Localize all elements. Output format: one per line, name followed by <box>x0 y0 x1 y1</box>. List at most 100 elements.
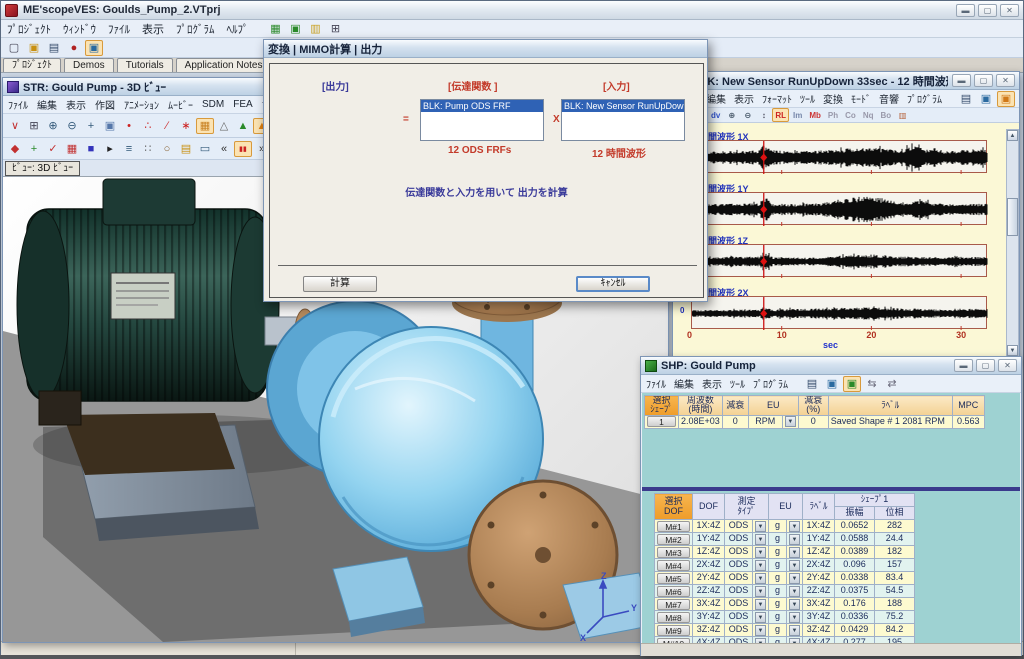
zoom-in-icon[interactable]: ⊕ <box>44 118 62 134</box>
menu-item[interactable]: 表示 <box>66 97 86 112</box>
waveform-plot[interactable] <box>691 140 987 173</box>
select-button[interactable]: M#3 <box>657 547 690 558</box>
dropdown-button[interactable]: ▼ <box>755 521 766 532</box>
main-titlebar[interactable]: ME'scopeVES: Goulds_Pump_2.VTprj ▬ ▢ ✕ <box>1 1 1023 20</box>
sym-icon[interactable]: ↕ <box>756 108 771 122</box>
refresh-icon[interactable]: ⇆ <box>1017 91 1019 107</box>
waveform-plot[interactable] <box>691 296 987 329</box>
menu-item[interactable]: ｳｨﾝﾄﾞｳ <box>63 21 96 37</box>
shp-minimize-button[interactable]: ▬ <box>954 359 973 372</box>
recent-icon[interactable]: ● <box>65 40 83 56</box>
nq-icon[interactable]: Nq <box>860 108 877 122</box>
open-file-icon[interactable]: ▣ <box>25 40 43 56</box>
dropdown-button[interactable]: ▼ <box>755 573 766 584</box>
menu-item[interactable]: ﾂｰﾙ <box>800 91 815 106</box>
dropdown-button[interactable]: ▼ <box>755 586 766 597</box>
pen-icon[interactable]: ∨ <box>6 118 24 134</box>
blue-square-icon[interactable]: ■ <box>82 141 100 157</box>
menu-item[interactable]: 編集 <box>674 376 694 391</box>
menu-item[interactable]: 作図 <box>95 97 115 112</box>
new-file-icon[interactable]: ▢ <box>5 40 23 56</box>
menu-item[interactable]: ﾌﾟﾛｸﾞﾗﾑ <box>907 91 942 106</box>
save-icon[interactable]: ▤ <box>45 40 63 56</box>
mb-icon[interactable]: Mb <box>806 108 824 122</box>
select-button[interactable]: 1 <box>647 416 676 427</box>
cab-icon[interactable]: ▤ <box>177 141 195 157</box>
tab-demos[interactable]: Demos <box>64 58 114 72</box>
menu-item[interactable]: 表示 <box>142 21 164 37</box>
shp-titlebar[interactable]: SHP: Gould Pump ▬ ▢ ✕ <box>641 357 1021 375</box>
sym-icon[interactable]: ⊕ <box>724 108 739 122</box>
palette-icon[interactable]: ▥ <box>307 21 325 37</box>
cancel-button[interactable]: ｷｬﾝｾﾙ <box>576 276 650 292</box>
select-button[interactable]: M#7 <box>657 599 690 610</box>
select-button[interactable]: M#2 <box>657 534 690 545</box>
scroll-up-button[interactable]: ▲ <box>1007 130 1018 141</box>
trace-scrollbar[interactable]: ▲ ▼ <box>1006 129 1019 357</box>
quad-view-icon[interactable]: ⊞ <box>25 118 43 134</box>
menu-item[interactable]: ﾓｰﾄﾞ <box>851 91 871 106</box>
green-window-icon[interactable]: ▣ <box>843 376 861 392</box>
tab-tutorials[interactable]: Tutorials <box>117 58 173 72</box>
tab-application-notes[interactable]: Application Notes <box>176 58 272 72</box>
refresh2-icon[interactable]: ⇄ <box>883 376 901 392</box>
input-listbox[interactable]: BLK: New Sensor RunUpDown <box>561 99 685 141</box>
shp-maximize-button[interactable]: ▢ <box>976 359 995 372</box>
green-window-icon[interactable]: ▣ <box>287 21 305 37</box>
close-button[interactable]: ✕ <box>1000 4 1019 17</box>
window-icon[interactable]: ▣ <box>823 376 841 392</box>
dropdown-button[interactable]: ▼ <box>755 560 766 571</box>
view-tab-3d[interactable]: ﾋﾞｭｰ: 3D ﾋﾞｭｰ <box>5 161 80 176</box>
dropdown-button[interactable]: ▼ <box>755 612 766 623</box>
wave-close-button[interactable]: ✕ <box>996 74 1015 87</box>
select-button[interactable]: M#9 <box>657 625 690 636</box>
chart-icon[interactable]: ▦ <box>267 21 285 37</box>
wave-titlebar[interactable]: BLK: New Sensor RunUpDown 33sec - 12 時間波… <box>673 72 1019 90</box>
menu-item[interactable]: ｱﾆﾒｰｼｮﾝ <box>124 97 159 112</box>
menu-item[interactable]: ﾌﾟﾛｼﾞｪｸﾄ <box>7 21 51 37</box>
select-button[interactable]: M#4 <box>657 560 690 571</box>
dropdown-button[interactable]: ▼ <box>789 521 800 532</box>
add-icon[interactable]: + <box>25 141 43 157</box>
menu-item[interactable]: 編集 <box>37 97 57 112</box>
drag-icon[interactable]: ∷ <box>139 141 157 157</box>
menu-item[interactable]: 編集 <box>706 91 726 106</box>
grid-icon[interactable]: ⊞ <box>327 21 345 37</box>
dropdown-button[interactable]: ▼ <box>755 599 766 610</box>
menu-item[interactable]: FEA <box>233 99 252 110</box>
line-icon[interactable]: ∕ <box>158 118 176 134</box>
shp-close-button[interactable]: ✕ <box>998 359 1017 372</box>
select-button[interactable]: M#8 <box>657 612 690 623</box>
minimize-button[interactable]: ▬ <box>956 4 975 17</box>
menu-item[interactable]: 表示 <box>702 376 722 391</box>
menu-item[interactable]: 変換 <box>823 91 843 106</box>
active-window-icon[interactable]: ▣ <box>997 91 1015 107</box>
dropdown-button[interactable]: ▼ <box>789 573 800 584</box>
transfer-function-item[interactable]: BLK: Pump ODS FRF <box>421 100 543 112</box>
cube-icon[interactable]: ▣ <box>101 118 119 134</box>
dropdown-button[interactable]: ▼ <box>789 586 800 597</box>
menu-item[interactable]: 音響 <box>879 91 899 106</box>
list-icon[interactable]: ≡ <box>120 141 138 157</box>
dv-icon[interactable]: dv <box>708 108 723 122</box>
menu-item[interactable]: ﾌｧｲﾙ <box>108 21 130 37</box>
menu-item[interactable]: SDM <box>202 99 224 110</box>
menu-item[interactable]: ﾌｧｲﾙ <box>646 376 666 391</box>
save-icon[interactable]: ▤ <box>803 376 821 392</box>
save-icon[interactable]: ▤ <box>957 91 975 107</box>
dropdown-button[interactable]: ▼ <box>789 547 800 558</box>
waveform-plot[interactable] <box>691 244 987 277</box>
dropdown-button[interactable]: ▼ <box>789 612 800 623</box>
window-icon[interactable]: ▣ <box>977 91 995 107</box>
menu-item[interactable]: ﾍﾙﾌﾟ <box>227 21 249 37</box>
window-icon[interactable]: ▣ <box>85 40 103 56</box>
menu-item[interactable]: ﾌﾟﾛｸﾞﾗﾑ <box>753 376 788 391</box>
rewind-icon[interactable]: « <box>215 141 233 157</box>
dropdown-button[interactable]: ▼ <box>755 625 766 636</box>
table-splitter[interactable] <box>642 487 1020 491</box>
sym-icon[interactable]: ⊖ <box>740 108 755 122</box>
refresh-icon[interactable]: ⇆ <box>863 376 881 392</box>
bo-icon[interactable]: Bo <box>878 108 895 122</box>
waveform-plot[interactable] <box>691 192 987 225</box>
calculate-button[interactable]: 計算 <box>303 276 377 292</box>
